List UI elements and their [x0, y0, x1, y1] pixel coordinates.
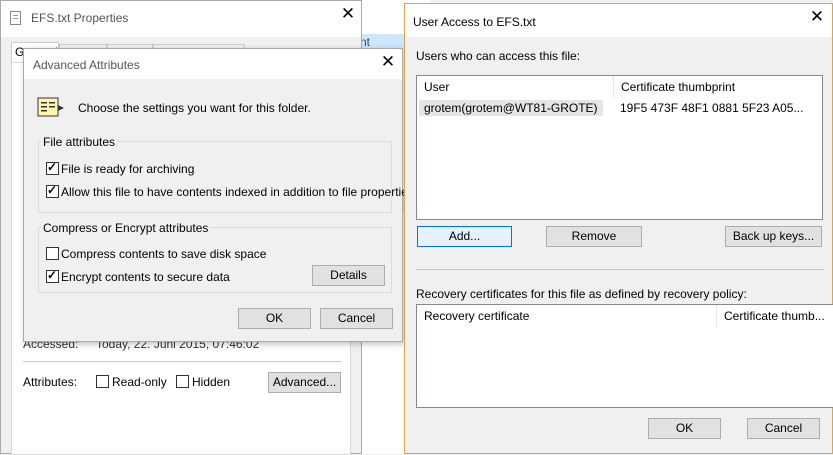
advanced-attributes-dialog: Advanced Attributes ✕ Choose the setting… [23, 48, 414, 342]
compress-checkbox[interactable] [46, 247, 59, 260]
compress-encrypt-group-label: Compress or Encrypt attributes [41, 221, 211, 235]
row-user-cell: grotem(grotem@WT81-GROTE) [419, 100, 603, 116]
user-access-cancel-button[interactable]: Cancel [747, 418, 820, 439]
index-label: Allow this file to have contents indexed… [61, 185, 414, 199]
index-checkbox[interactable] [46, 183, 59, 198]
readonly-label: Read-only [112, 375, 167, 389]
advanced-ok-button[interactable]: OK [238, 308, 311, 329]
add-button[interactable]: Add... [417, 226, 512, 247]
advanced-cancel-button[interactable]: Cancel [320, 308, 393, 329]
archive-label: File is ready for archiving [61, 162, 195, 176]
user-access-dialog: User Access to EFS.txt ✕ Users who can a… [404, 3, 833, 454]
column-header-user[interactable]: User [417, 76, 614, 98]
user-access-ok-button[interactable]: OK [648, 418, 721, 439]
backup-keys-button[interactable]: Back up keys... [725, 226, 822, 247]
file-attributes-group-label: File attributes [41, 135, 118, 149]
recovery-label: Recovery certificates for this file as d… [416, 287, 747, 301]
file-icon [10, 11, 21, 25]
hidden-checkbox[interactable] [176, 375, 189, 388]
file-attributes-group [38, 141, 392, 213]
recovery-list[interactable]: Recovery certificate Certificate thumb..… [416, 304, 833, 408]
user-access-titlebar[interactable]: User Access to EFS.txt ✕ [405, 4, 832, 37]
archive-checkbox[interactable] [46, 160, 59, 175]
column-header-thumbprint[interactable]: Certificate thumbprint [614, 76, 794, 98]
properties-titlebar[interactable]: EFS.txt Properties ✕ [1, 1, 361, 37]
section-divider [416, 269, 824, 270]
users-label: Users who can access this file: [416, 49, 581, 63]
encrypt-label: Encrypt contents to secure data [61, 270, 230, 284]
hidden-label: Hidden [192, 375, 231, 389]
close-icon[interactable]: ✕ [377, 51, 399, 73]
column-header-certificate-thumb[interactable]: Certificate thumb... [717, 305, 833, 327]
properties-divider [23, 361, 341, 362]
details-button[interactable]: Details [312, 265, 385, 286]
advanced-titlebar[interactable]: Advanced Attributes ✕ [24, 49, 402, 79]
close-icon[interactable]: ✕ [806, 6, 828, 28]
advanced-title: Advanced Attributes [33, 58, 140, 72]
readonly-checkbox[interactable] [96, 375, 109, 388]
users-list[interactable]: User Certificate thumbprint grotem(grote… [416, 75, 823, 220]
compress-label: Compress contents to save disk space [61, 247, 267, 261]
attributes-label: Attributes: [23, 375, 78, 389]
advanced-button[interactable]: Advanced... [268, 372, 341, 393]
properties-title: EFS.txt Properties [31, 11, 129, 25]
column-header-recovery-certificate[interactable]: Recovery certificate [417, 305, 717, 327]
row-thumbprint-cell: 19F5 473F 48F1 0881 5F23 A05... [620, 101, 804, 115]
close-icon[interactable]: ✕ [337, 3, 359, 25]
advanced-description: Choose the settings you want for this fo… [78, 101, 311, 115]
remove-button[interactable]: Remove [546, 226, 642, 247]
table-row[interactable]: grotem(grotem@WT81-GROTE) 19F5 473F 48F1… [417, 99, 822, 117]
user-access-title: User Access to EFS.txt [413, 15, 536, 29]
encrypt-checkbox[interactable] [46, 268, 59, 283]
folder-properties-icon [36, 95, 66, 119]
